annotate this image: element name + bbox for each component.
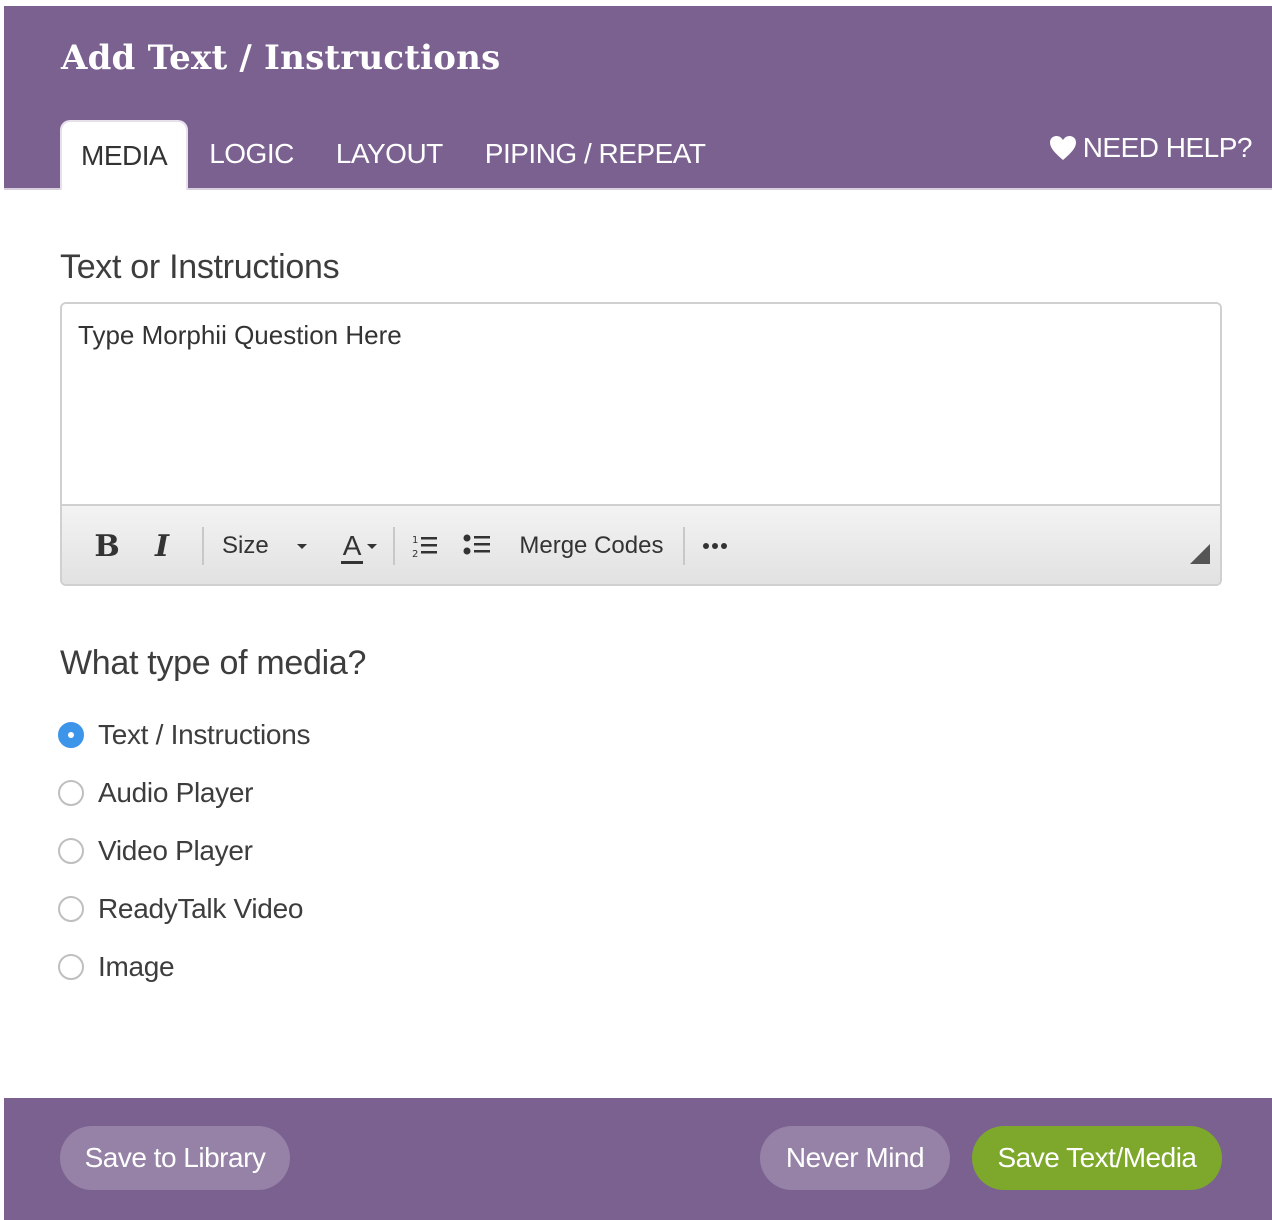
svg-text:2: 2 [412, 549, 418, 559]
save-to-library-button[interactable]: Save to Library [60, 1126, 290, 1190]
radio-button[interactable] [58, 954, 84, 980]
media-option-audio[interactable]: Audio Player [58, 764, 310, 822]
chevron-down-icon [296, 544, 307, 549]
svg-text:1: 1 [412, 535, 418, 546]
chevron-down-icon [367, 544, 378, 549]
media-section-label: What type of media? [60, 644, 367, 682]
text-section-label: Text or Instructions [60, 248, 340, 286]
never-mind-button[interactable]: Never Mind [760, 1126, 950, 1190]
media-type-radio-group: Text / Instructions Audio Player Video P… [58, 706, 310, 996]
bullet-list-icon[interactable] [447, 521, 507, 571]
numbered-list-icon[interactable]: 1 2 [403, 521, 447, 571]
dialog-footer: Save to Library Never Mind Save Text/Med… [4, 1098, 1272, 1220]
radio-button[interactable] [58, 896, 84, 922]
tab-layout[interactable]: LAYOUT [315, 120, 464, 188]
tab-logic[interactable]: LOGIC [188, 120, 315, 188]
size-label: Size [222, 532, 269, 559]
tab-piping-repeat[interactable]: PIPING / REPEAT [464, 120, 727, 188]
media-option-video[interactable]: Video Player [58, 822, 310, 880]
dialog-title: Add Text / Instructions [61, 38, 501, 78]
tab-media[interactable]: MEDIA [60, 120, 189, 190]
resize-handle-icon[interactable] [1190, 544, 1210, 564]
dialog-header: Add Text / Instructions MEDIA LOGIC LAYO… [4, 6, 1272, 190]
bold-button[interactable]: B [84, 521, 130, 571]
media-option-image[interactable]: Image [58, 938, 310, 996]
tab-bar: MEDIA LOGIC LAYOUT PIPING / REPEAT [60, 120, 727, 190]
size-dropdown[interactable]: Size [212, 521, 319, 571]
media-option-readytalk[interactable]: ReadyTalk Video [58, 880, 310, 938]
need-help-label: NEED HELP? [1082, 132, 1253, 163]
media-option-text[interactable]: Text / Instructions [58, 706, 310, 764]
italic-button[interactable]: I [130, 521, 194, 571]
font-color-icon: A [340, 530, 364, 564]
editor-text-area[interactable]: Type Morphii Question Here [62, 304, 1220, 506]
radio-label: Audio Player [98, 777, 254, 808]
font-color-dropdown[interactable]: A [340, 521, 380, 571]
radio-label: ReadyTalk Video [98, 893, 304, 924]
save-text-media-button[interactable]: Save Text/Media [972, 1126, 1222, 1190]
radio-label: Video Player [98, 835, 253, 866]
toolbar-divider [202, 527, 204, 565]
editor-toolbar: B I Size A 1 2 Merge Codes [62, 506, 1220, 584]
toolbar-divider [393, 527, 396, 565]
radio-label: Text / Instructions [98, 719, 311, 750]
need-help-link[interactable]: NEED HELP? [1049, 132, 1253, 164]
radio-label: Image [98, 951, 175, 982]
radio-button[interactable] [58, 838, 84, 864]
radio-button[interactable] [58, 780, 84, 806]
add-text-dialog: Add Text / Instructions MEDIA LOGIC LAYO… [4, 6, 1272, 1220]
rich-text-editor: Type Morphii Question Here B I Size A 1 … [60, 302, 1222, 586]
heart-icon [1049, 136, 1076, 160]
radio-button[interactable] [58, 722, 84, 748]
more-options-icon[interactable] [693, 521, 737, 571]
toolbar-divider [683, 527, 686, 565]
merge-codes-button[interactable]: Merge Codes [507, 521, 675, 571]
